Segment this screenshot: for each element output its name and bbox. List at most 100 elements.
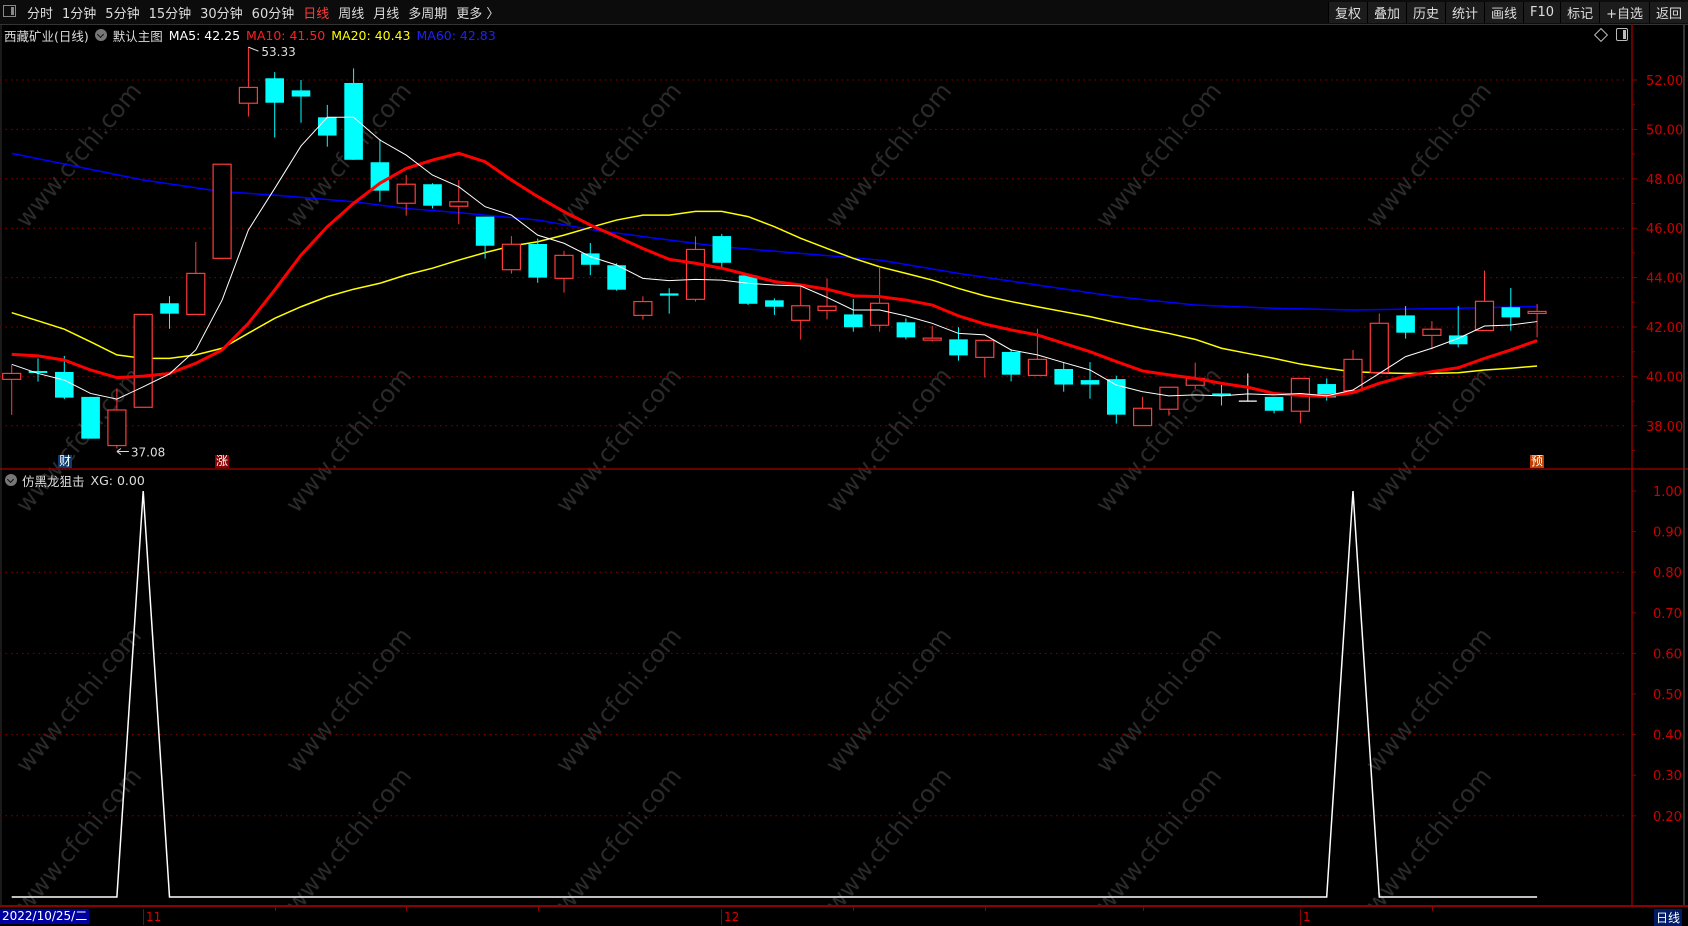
low-arrow [116,448,129,455]
high-price-label: 53.33 [261,45,295,59]
candle-body [712,236,732,263]
candle [1185,362,1205,389]
candle-body [2,372,22,380]
candle-body [1132,407,1153,427]
candle-body [475,216,495,246]
candle [528,238,547,283]
candle-body [186,272,206,316]
candle [975,339,995,378]
candle-body [291,90,311,97]
candle [2,365,22,415]
ma10-line [11,151,1538,398]
candle [1080,362,1100,399]
candle [1132,396,1153,427]
x-minor-tick [853,907,855,911]
y-tick-label: 46.00 [1646,222,1683,237]
candle [1159,386,1179,416]
candle [765,298,784,315]
candle-body [607,265,626,290]
candle-body [107,409,127,447]
ma20-line [11,210,1538,375]
candle [869,266,890,332]
candle-body [501,243,521,271]
candle [1422,321,1442,350]
indicator-y-tick-label: 0.80 [1653,566,1682,581]
xg-line [11,490,1538,898]
candle [712,233,732,268]
candle-body [633,300,653,316]
candle-body [423,184,442,206]
candle-body [949,339,968,356]
candle-body [896,322,916,338]
indicator-y-tick-label: 1.00 [1653,485,1682,500]
candle-body [449,201,469,207]
dropdown-circle-icon[interactable] [5,474,17,486]
indicator-y-tick-label: 0.30 [1653,769,1682,784]
high-arrow [248,46,259,52]
candle [1369,313,1389,374]
indicator-y-tick-label: 0.20 [1653,810,1682,825]
candle [896,318,916,340]
candle-body [1369,322,1389,374]
candle-body [869,302,890,326]
indicator-value: XG: 0.00 [90,472,145,488]
y-tick-label: 44.00 [1646,272,1683,287]
x-minor-tick [984,907,986,911]
indicator-y-tick-label: 0.50 [1653,688,1682,703]
candle-body [1264,396,1284,411]
badge-finance[interactable]: 财 [58,455,73,468]
indicator-y-tick-label: 0.60 [1653,647,1682,662]
date-axis: 2022/10/25/二 11 12 1 日线 [0,905,1688,926]
candle [1264,396,1284,414]
candle [475,216,495,259]
month-label-11: 11 [143,909,161,925]
candle-body [1054,368,1073,385]
indicator-y-tick-label: 0.40 [1653,729,1682,744]
candle [81,396,100,439]
candle [265,72,284,138]
candle [1054,362,1073,392]
x-minor-tick [274,907,276,911]
indicator-name[interactable]: 仿黑龙狙击 [22,471,85,490]
candle-body [1107,379,1126,415]
candle [1107,375,1126,424]
candle [28,358,48,382]
candle-body [318,117,337,136]
badge-forecast[interactable]: 预 [1530,455,1545,468]
candle-body [81,396,100,439]
candle [370,139,390,202]
candle-body [265,78,284,103]
month-label-1: 1 [1300,909,1311,925]
candle [659,288,679,314]
x-minor-tick [1431,907,1433,911]
candle-body [554,254,574,279]
x-minor-tick [1142,907,1144,911]
current-date: 2022/10/25/二 [0,909,90,924]
month-label-12: 12 [721,909,739,925]
candle [291,80,311,123]
y-tick-label: 52.00 [1646,74,1683,89]
indicator-y-tick-label: 0.90 [1653,526,1682,541]
y-tick-label: 48.00 [1646,173,1683,188]
candle-body [1159,386,1179,410]
candle-body [160,303,179,314]
candle [238,47,258,117]
candle-body [1501,307,1521,318]
candle [738,275,758,306]
period-indicator[interactable]: 日线 [1653,909,1682,926]
candle-body [396,183,416,204]
y-tick-label: 38.00 [1646,420,1683,435]
candle [212,163,232,259]
kline-chart[interactable]: 52.00 50.00 48.00 46.00 44.00 42.00 40.00 38.00… [0,0,1688,924]
badge-limit-up[interactable]: 涨 [215,455,230,468]
candle-body [685,248,706,300]
candle-body [791,305,811,321]
candle-body [765,300,784,307]
ma60-line [11,152,1538,311]
candle [1527,304,1547,338]
y-tick-label: 50.00 [1646,123,1683,138]
candle [501,236,521,274]
candle-body [238,86,258,104]
x-minor-tick [406,907,408,911]
candle-body [528,244,547,278]
